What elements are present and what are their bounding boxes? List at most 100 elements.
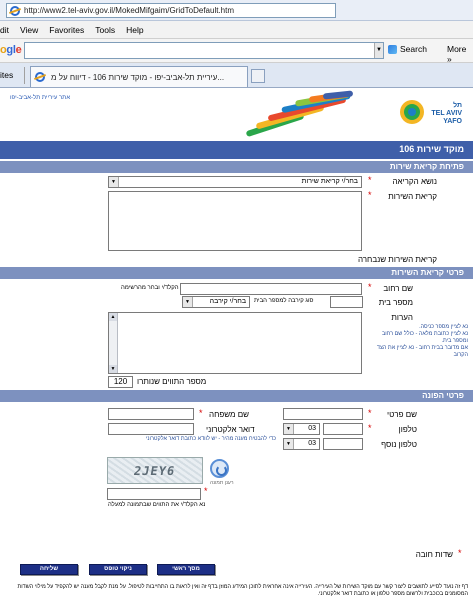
refresh-icon[interactable] [210,459,229,478]
subject-label: נושא הקריאה [392,177,437,186]
section-call-details: פרטי קריאת השירות [0,267,473,279]
subject-select[interactable]: ▼ בחר/י קריאת שירות [108,176,362,188]
google-search-input[interactable] [24,42,384,59]
chars-left-value: 120 [108,376,133,388]
house-number-input[interactable] [330,296,363,308]
search-label: Search [400,44,427,54]
section-open-call-title: פתיחת קריאת שירות [389,162,464,171]
google-toolbar: ogle ▼ Search More » [0,39,473,64]
address-url: http://www2.tel-aviv.gov.il/MokedMifgaim… [24,6,234,15]
section-open-call: פתיחת קריאת שירות [0,161,473,173]
tel-aviv-emblem-icon [400,100,424,124]
menu-view[interactable]: View [20,25,38,35]
menu-help[interactable]: Help [126,25,143,35]
notes-hint: נא לציין מספר כניסה. נא לציין כתובת מלאה… [370,324,468,359]
notes-hint-2: נא לציין כתובת מלאה - כולל שם רחוב ומספר… [381,331,468,344]
required-marker: * [368,190,372,200]
notes-hint-3: אם מדובר בבית רחוב - נא לציין את הצד הקר… [376,345,468,358]
first-name-label: שם פרטי [387,410,417,419]
phone2-prefix-select[interactable]: ▼ 03 [283,438,320,450]
new-tab-button[interactable] [251,69,265,83]
municipality-site-link[interactable]: אתר עיריית תל-אביב-יפו [10,95,70,101]
required-marker: * [368,282,372,292]
selected-call-label: קריאת השירות שנבחרה [357,255,437,264]
phone-number-input[interactable] [323,423,363,435]
home-button[interactable]: מסך ראשי [157,564,215,575]
tab-separator [24,67,25,84]
clear-form-button[interactable]: ניקוי טופס [89,564,147,575]
tab-title: עיריית תל-אביב-יפו - מוקד שירות 106 - די… [51,72,225,82]
send-button[interactable]: שליחה [20,564,78,575]
phone2-prefix-value: 03 [308,440,316,447]
captcha-hint: נא הקלד/י את התווים שבתמונה למעלה [108,502,206,508]
notes-textarea[interactable]: ▲ ▼ [108,312,362,374]
tel-aviv-logo: תל TEL AVIV YAFO [398,94,464,132]
chevron-down-icon[interactable]: ▼ [374,43,383,58]
service-call-list[interactable] [108,191,362,251]
phone-prefix-value: 03 [308,425,316,432]
proximity-label: סוג קירבה למספר הבית [254,298,314,304]
menu-edit[interactable]: dit [0,25,9,35]
section-contact: פרטי הפונה [0,390,473,402]
menu-favorites[interactable]: Favorites [49,25,84,35]
required-marker: * [458,548,462,558]
last-name-input[interactable] [108,408,194,420]
email-label: דואר אלקטרוני [206,425,255,434]
page-title-bar: מוקד שירות 106 [0,141,473,159]
phone2-label: טלפון נוסף [381,440,417,449]
browser-chrome: http://www2.tel-aviv.gov.il/MokedMifgaim… [0,0,473,88]
page-content: אתר עיריית תל-אביב-יפו תל TEL AVIV YAFO … [0,88,473,600]
tab-active[interactable]: עיריית תל-אביב-יפו - מוקד שירות 106 - די… [30,66,248,87]
header-banner: אתר עיריית תל-אביב-יפו תל TEL AVIV YAFO [0,88,473,140]
required-fields-note: שדות חובה [415,550,453,559]
street-label: שם רחוב [383,284,413,293]
notes-hint-1: נא לציין מספר כניסה. [419,324,468,330]
phone2-number-input[interactable] [323,438,363,450]
chars-left-label: מספר התווים שנותרו [137,377,207,386]
section-call-details-title: פרטי קריאת השירות [391,268,464,277]
service-call-label: קריאת השירות [388,192,437,201]
favorites-label[interactable]: ites [0,70,13,80]
required-marker: * [204,486,208,496]
required-marker: * [368,408,372,418]
subject-select-value: בחר/י קריאת שירות [301,178,358,185]
scroll-down-icon[interactable]: ▼ [109,365,117,373]
scroll-up-icon[interactable]: ▲ [109,313,117,321]
menu-tools[interactable]: Tools [95,25,115,35]
banner-stripes-graphic [245,90,355,138]
search-button[interactable]: Search [388,44,427,54]
search-icon [388,44,397,54]
address-bar-row: http://www2.tel-aviv.gov.il/MokedMifgaim… [0,0,473,21]
chevron-down-icon: ▼ [284,439,294,449]
phone-label: טלפון [398,425,417,434]
chevron-down-icon: ▼ [109,177,119,187]
last-name-label: שם משפחה [209,410,249,419]
google-logo: ogle [0,44,22,56]
page-title: מוקד שירות 106 [399,144,464,154]
proximity-select[interactable]: ▼ בחר/י קירבה [182,296,250,308]
ie-icon [35,72,45,82]
notes-label: הערות [391,313,413,322]
footer-disclaimer: דף זה נועד לסייע לתושבים ליצור קשר עם מו… [17,584,468,597]
ie-icon [10,5,20,16]
first-name-input[interactable] [283,408,363,420]
captcha-input[interactable] [107,488,201,500]
captcha-image: 2JEY6 [107,457,203,484]
required-marker: * [199,408,203,418]
email-note: כדי להבטיח מענה מהיר - יש לוודא כתובת דו… [145,436,276,442]
house-number-label: מספר בית [378,298,413,307]
menu-bar: dit View Favorites Tools Help [0,21,473,39]
notes-scrollbar[interactable]: ▲ ▼ [109,313,118,373]
email-input[interactable] [108,423,194,435]
address-bar[interactable]: http://www2.tel-aviv.gov.il/MokedMifgaim… [6,3,336,18]
phone-prefix-select[interactable]: ▼ 03 [283,423,320,435]
street-input[interactable] [180,283,362,295]
chevron-down-icon: ▼ [284,424,294,434]
captcha-text: 2JEY6 [132,464,177,478]
required-marker: * [368,423,372,433]
tel-aviv-logo-text: תל TEL AVIV YAFO [431,102,462,125]
refresh-captcha-label[interactable]: רענן תמונה [210,480,234,486]
proximity-select-value: בחר/י קירבה [209,298,246,305]
more-button[interactable]: More » [447,44,473,64]
chevron-down-icon: ▼ [183,297,193,307]
